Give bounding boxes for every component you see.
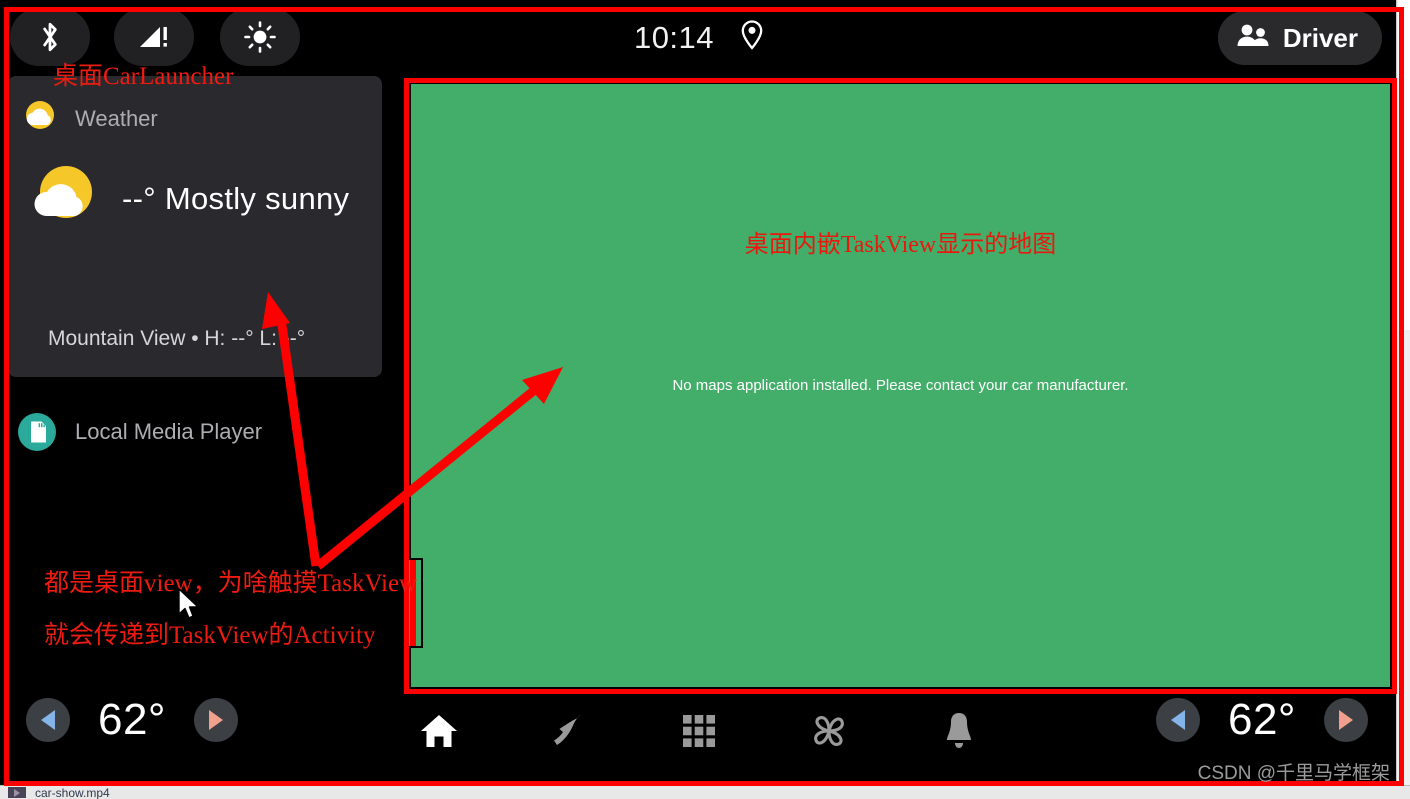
- nav-apps-button[interactable]: [671, 705, 727, 761]
- location-pin-icon: [740, 19, 764, 56]
- cellular-signal-alert-icon: [137, 22, 171, 52]
- notification-bell-icon: [939, 710, 979, 757]
- nav-notifications-button[interactable]: [931, 705, 987, 761]
- bluetooth-icon: [37, 21, 63, 53]
- annotation-note-line1: 都是桌面view，为啥触摸TaskView: [44, 570, 418, 597]
- nav-climate-button[interactable]: [801, 705, 857, 761]
- people-group-icon: [1236, 23, 1270, 54]
- annotation-taskview-label: 桌面内嵌TaskView显示的地图: [744, 232, 1057, 258]
- climate-fan-icon: [806, 708, 852, 759]
- driver-profile-label: Driver: [1282, 22, 1358, 53]
- csdn-watermark: CSDN @千里马学框架: [1197, 763, 1390, 784]
- screenshot-root: 10:14 Driver Weather --° Mostly sunny Mo…: [0, 0, 1410, 799]
- annotation-note-line2: 就会传递到TaskView的Activity: [44, 622, 376, 649]
- os-taskbar: car-show.mp4: [0, 785, 1410, 799]
- apps-grid-icon: [679, 711, 719, 756]
- triangle-right-icon: [1339, 710, 1353, 730]
- home-icon: [418, 710, 460, 757]
- triangle-left-icon: [1171, 710, 1185, 730]
- passenger-temp-decrease-button[interactable]: [1156, 698, 1200, 742]
- taskbar-file-label: car-show.mp4: [35, 785, 110, 799]
- sd-card-icon: [18, 413, 56, 451]
- partly-cloudy-large-icon: [28, 160, 100, 237]
- weather-condition-text: --° Mostly sunny: [122, 180, 350, 216]
- phone-icon: [548, 710, 590, 757]
- weather-card-title: Weather: [75, 105, 158, 131]
- weather-location-hilo: Mountain View • H: --° L: --°: [48, 327, 306, 350]
- weather-card-header: Weather: [22, 98, 158, 139]
- passenger-temp-increase-button[interactable]: [1324, 698, 1368, 742]
- nav-home-button[interactable]: [411, 705, 467, 761]
- scrollbar-thumb[interactable]: [1398, 0, 1410, 330]
- window-scrollbar[interactable]: [1396, 0, 1410, 799]
- nav-phone-button[interactable]: [541, 705, 597, 761]
- partly-cloudy-small-icon: [22, 98, 58, 139]
- driver-profile-button[interactable]: Driver: [1217, 11, 1382, 65]
- weather-card[interactable]: Weather --° Mostly sunny Mountain View •…: [8, 76, 382, 377]
- bottom-nav-bar: 62° 62°: [0, 689, 1398, 777]
- embedded-taskview-map[interactable]: 桌面内嵌TaskView显示的地图 No maps application in…: [411, 84, 1390, 687]
- brightness-sun-icon: [243, 20, 277, 54]
- local-media-player-row[interactable]: Local Media Player: [18, 413, 262, 451]
- passenger-temp-value: 62°: [1227, 695, 1297, 744]
- local-media-player-label: Local Media Player: [75, 419, 263, 444]
- mouse-cursor: [178, 588, 199, 619]
- clock-text: 10:14: [633, 19, 715, 55]
- car-launcher-screen: 10:14 Driver Weather --° Mostly sunny Mo…: [0, 0, 1398, 785]
- weather-card-main: --° Mostly sunny: [28, 160, 349, 237]
- no-maps-message: No maps application installed. Please co…: [672, 377, 1129, 394]
- video-file-icon[interactable]: [8, 787, 26, 798]
- passenger-temperature-control: 62°: [1156, 695, 1368, 745]
- annotation-launcher-label: 桌面CarLauncher: [53, 63, 234, 90]
